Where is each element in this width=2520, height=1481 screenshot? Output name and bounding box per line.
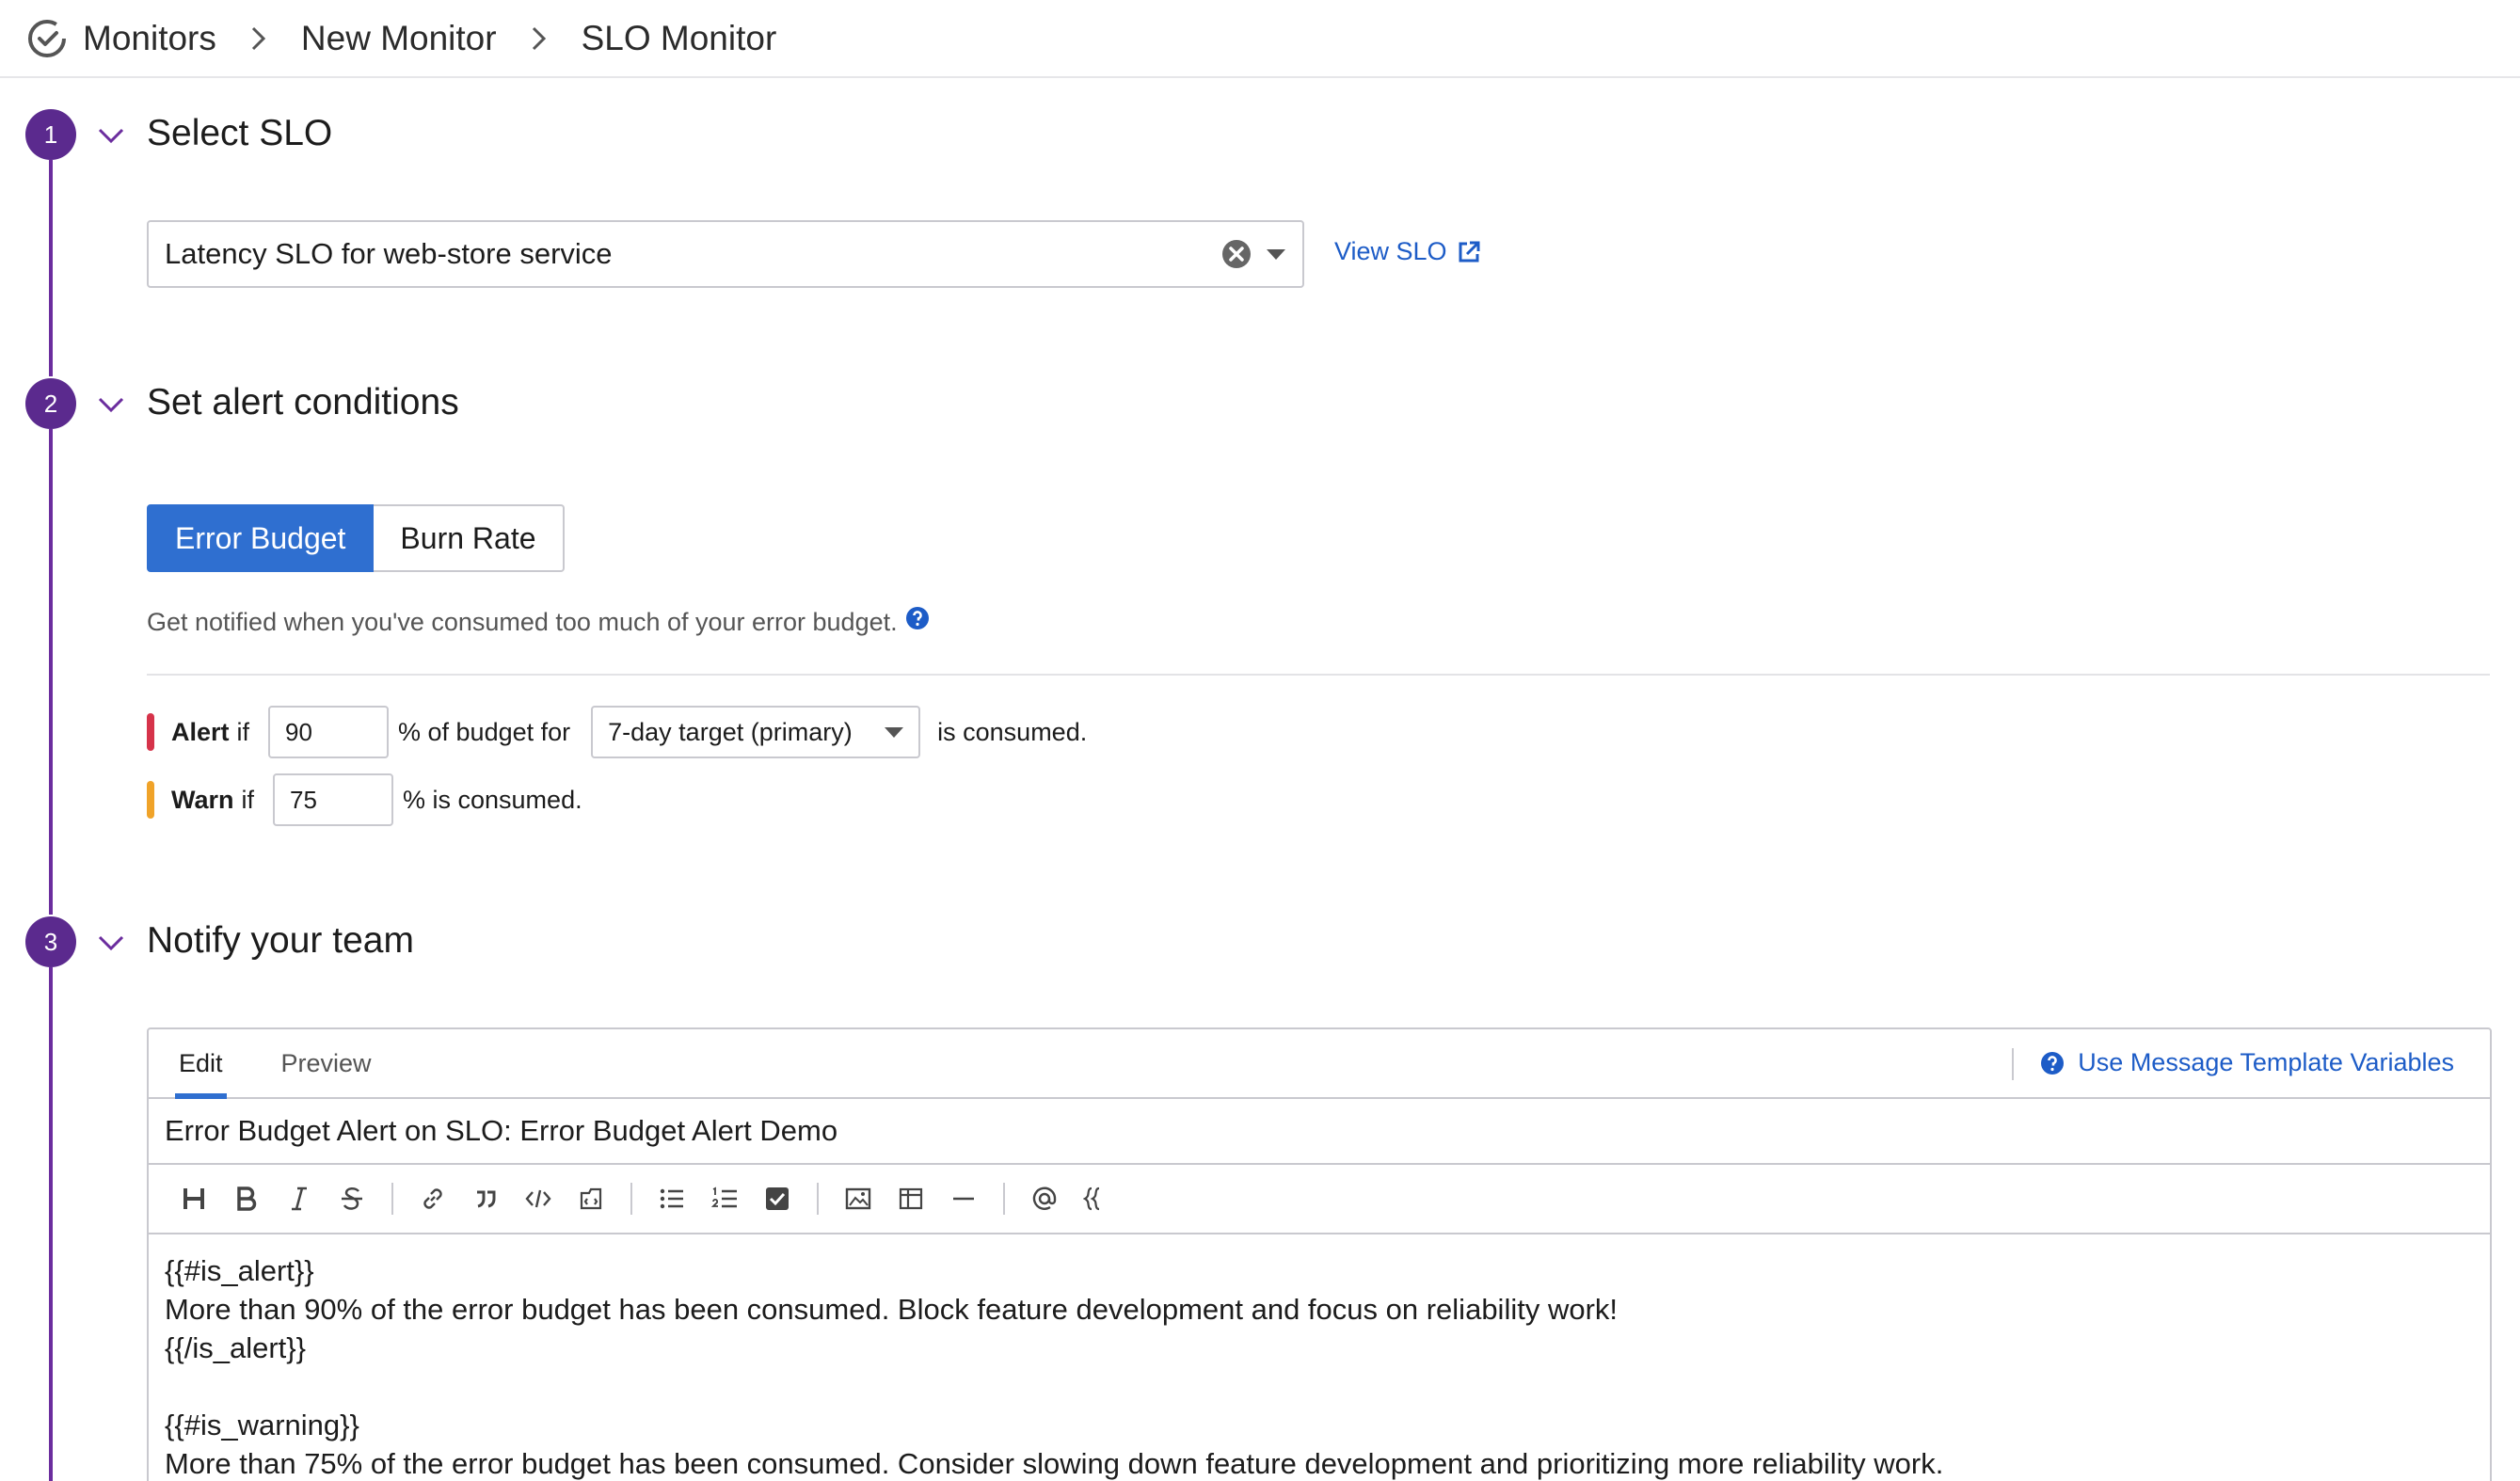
body-line: {{#is_alert}} — [165, 1254, 314, 1287]
toolbar-separator — [630, 1183, 632, 1215]
heading-icon[interactable] — [175, 1180, 213, 1218]
warn-threshold-row: Warn if 75 % is consumed. — [147, 773, 582, 826]
code-icon[interactable] — [519, 1180, 557, 1218]
warn-suffix-text: % is consumed. — [403, 785, 582, 814]
italic-icon[interactable] — [280, 1180, 318, 1218]
target-select-value: 7-day target (primary) — [608, 717, 853, 746]
step-2-title: Set alert conditions — [147, 382, 459, 422]
step-1-title: Select SLO — [147, 113, 333, 153]
chevron-down-icon[interactable] — [96, 120, 126, 151]
target-select[interactable]: 7-day target (primary) — [591, 706, 921, 758]
alert-type-toggle: Error Budget Burn Rate — [147, 504, 565, 572]
step-connector — [49, 429, 53, 915]
warn-threshold-input[interactable]: 75 — [273, 773, 393, 826]
subject-input[interactable]: Error Budget Alert on SLO: Error Budget … — [149, 1099, 2490, 1165]
slo-select-value: Latency SLO for web-store service — [165, 237, 613, 270]
body-line: More than 75% of the error budget has be… — [165, 1447, 1944, 1480]
alert-threshold-row: Alert if 90 % of budget for 7-day target… — [147, 706, 1087, 758]
external-link-icon — [1459, 241, 1480, 262]
alert-threshold-input[interactable]: 90 — [268, 706, 390, 758]
image-icon[interactable] — [839, 1180, 877, 1218]
message-editor: Edit Preview Use Message Template Variab… — [147, 1027, 2492, 1481]
chevron-right-icon — [523, 23, 555, 55]
step-3-title: Notify your team — [147, 920, 414, 961]
breadcrumb: Monitors New Monitor SLO Monitor — [0, 0, 2520, 78]
alert-indicator — [147, 713, 154, 751]
divider — [2012, 1048, 2014, 1080]
bold-icon[interactable] — [228, 1180, 265, 1218]
divider — [147, 674, 2490, 676]
editor-tabs: Edit Preview Use Message Template Variab… — [149, 1029, 2490, 1099]
strikethrough-icon[interactable] — [333, 1180, 371, 1218]
breadcrumb-new-monitor[interactable]: New Monitor — [301, 19, 497, 58]
step-connector — [49, 967, 53, 1481]
alert-hint: Get notified when you've consumed too mu… — [147, 606, 930, 637]
chevron-down-icon[interactable] — [96, 390, 126, 420]
bullet-list-icon[interactable] — [653, 1180, 691, 1218]
slo-select[interactable]: Latency SLO for web-store service — [147, 220, 1304, 288]
quote-icon[interactable] — [467, 1180, 504, 1218]
help-icon — [2041, 1051, 2065, 1075]
body-line: More than 90% of the error budget has be… — [165, 1293, 1619, 1326]
template-variable-icon[interactable] — [1078, 1180, 1116, 1218]
help-icon[interactable] — [905, 606, 930, 630]
template-variables-label: Use Message Template Variables — [2078, 1048, 2454, 1076]
link-icon[interactable] — [414, 1180, 452, 1218]
warn-if-text: if — [241, 785, 255, 814]
warn-indicator — [147, 781, 154, 819]
chevron-down-icon[interactable] — [96, 928, 126, 958]
toolbar-separator — [817, 1183, 819, 1215]
alert-if-text: if — [236, 717, 250, 746]
clear-icon[interactable] — [1221, 239, 1252, 269]
body-line: {{#is_warning}} — [165, 1409, 359, 1441]
alert-label: Alert — [171, 717, 230, 746]
body-line — [165, 1367, 2474, 1406]
chevron-right-icon — [243, 23, 275, 55]
tab-preview[interactable]: Preview — [281, 1049, 372, 1097]
burn-rate-option[interactable]: Burn Rate — [374, 504, 565, 572]
caret-down-icon — [885, 727, 904, 738]
breadcrumb-monitors[interactable]: Monitors — [83, 19, 216, 58]
toolbar-separator — [1003, 1183, 1005, 1215]
step-2-badge: 2 — [25, 378, 76, 429]
error-budget-option[interactable]: Error Budget — [147, 504, 375, 572]
alert-middle-text: % of budget for — [398, 717, 571, 746]
monitors-logo-icon — [28, 19, 66, 57]
step-3-badge: 3 — [25, 916, 76, 967]
template-variables-link[interactable]: Use Message Template Variables — [2040, 1048, 2454, 1077]
tab-edit[interactable]: Edit — [175, 1049, 227, 1099]
body-line: {{/is_alert}} — [165, 1331, 306, 1364]
alert-suffix-text: is consumed. — [937, 717, 1088, 746]
view-slo-label: View SLO — [1334, 237, 1447, 265]
step-1-badge: 1 — [25, 109, 76, 160]
message-body[interactable]: {{#is_alert}} More than 90% of the error… — [149, 1234, 2490, 1481]
alert-hint-text: Get notified when you've consumed too mu… — [147, 608, 898, 636]
caret-down-icon[interactable] — [1265, 247, 1287, 262]
breadcrumb-slo-monitor: SLO Monitor — [581, 18, 777, 57]
code-block-icon[interactable] — [572, 1180, 610, 1218]
table-icon[interactable] — [892, 1180, 930, 1218]
numbered-list-icon[interactable] — [706, 1180, 743, 1218]
mention-icon[interactable] — [1026, 1180, 1063, 1218]
step-connector — [49, 160, 53, 376]
horizontal-rule-icon[interactable] — [945, 1180, 982, 1218]
warn-label: Warn — [171, 785, 234, 814]
editor-toolbar — [149, 1165, 2490, 1234]
checkbox-icon[interactable] — [758, 1180, 796, 1218]
toolbar-separator — [391, 1183, 393, 1215]
view-slo-link[interactable]: View SLO — [1334, 237, 1481, 266]
